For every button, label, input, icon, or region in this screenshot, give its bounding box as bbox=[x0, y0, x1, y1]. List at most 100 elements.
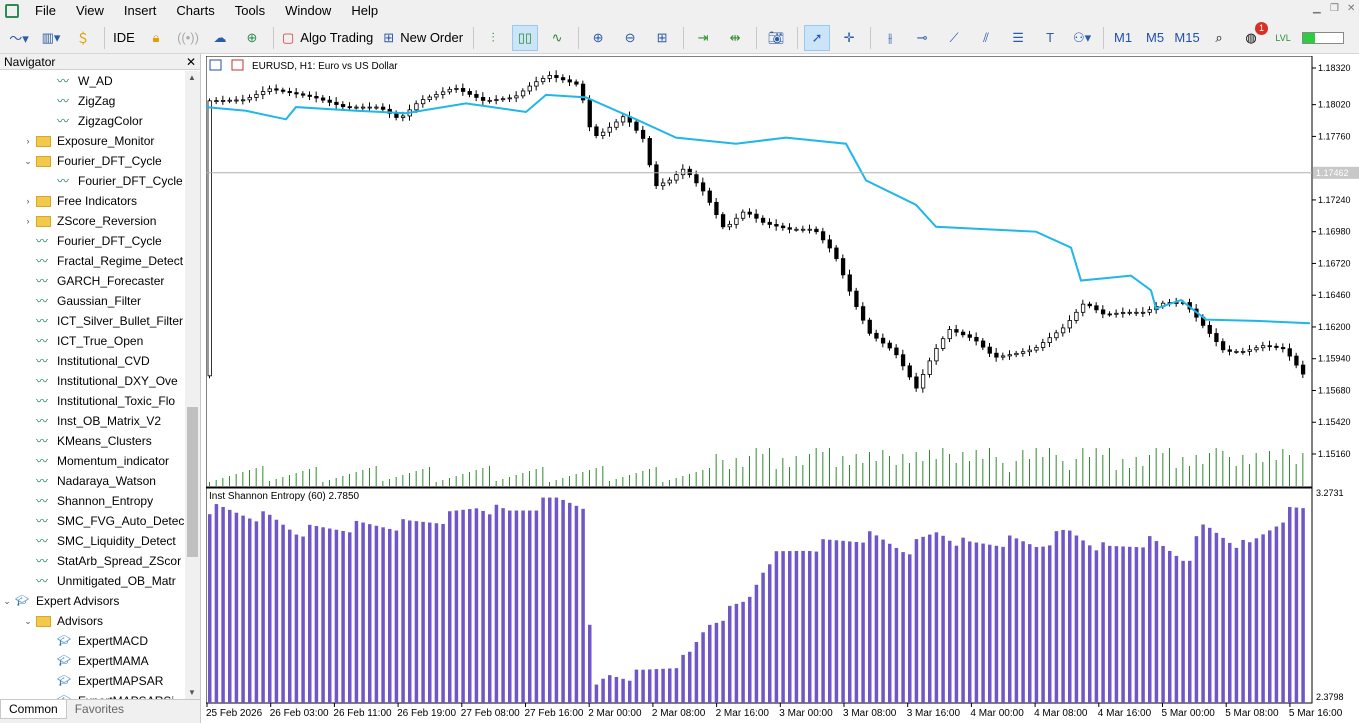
cursor-icon[interactable]: ➚ bbox=[804, 24, 831, 51]
timeframe-m15[interactable]: M15 bbox=[1174, 25, 1200, 51]
menu-charts[interactable]: Charts bbox=[166, 0, 224, 22]
chart-window[interactable]: 1.18320 1.18020 1.17760 1.17462 1.17240 1.169… bbox=[206, 56, 1359, 723]
cloud-icon[interactable]: ☁ bbox=[207, 25, 233, 51]
navigator-item[interactable]: 〰 Institutional_Toxic_Flo bbox=[23, 391, 175, 411]
navigator-item[interactable]: 〰 ICT_True_Open bbox=[23, 331, 143, 351]
navigator-item[interactable]: 〰 ZigZag bbox=[44, 91, 115, 111]
navigator-item[interactable]: 〰 GARCH_Forecaster bbox=[23, 271, 164, 291]
signal-icon[interactable]: ((•)) bbox=[175, 25, 201, 51]
chevron-right-icon[interactable]: › bbox=[23, 216, 33, 226]
scroll-down-icon[interactable]: ▼ bbox=[188, 688, 196, 697]
time-label: 5 Mar 00:00 bbox=[1162, 708, 1216, 719]
search-icon[interactable]: ⌕ bbox=[1206, 25, 1232, 51]
navigator-item[interactable]: 〰 StatArb_Spread_ZScor bbox=[23, 551, 181, 571]
menu-tools[interactable]: Tools bbox=[225, 0, 275, 22]
scrollbar-thumb[interactable] bbox=[187, 407, 198, 557]
chart-type-icon[interactable]: ▥▾ bbox=[38, 25, 64, 51]
navigator-item[interactable]: 〰 Shannon_Entropy bbox=[23, 491, 153, 511]
candlestick-chart-icon[interactable]: ▯▯ bbox=[512, 24, 539, 51]
navigator-item[interactable]: 〰 Institutional_DXY_Ove bbox=[23, 371, 178, 391]
candle-body bbox=[834, 247, 839, 259]
navigator-item[interactable]: 🎓︎ ExpertMAMA bbox=[44, 651, 149, 671]
tab-favorites[interactable]: Favorites bbox=[67, 700, 132, 718]
navigator-item[interactable]: 〰 Momentum_indicator bbox=[23, 451, 169, 471]
menu-view[interactable]: View bbox=[66, 0, 114, 22]
minimize-icon[interactable]: ▁ bbox=[1313, 3, 1321, 14]
navigator-item[interactable]: › ZScore_Reversion bbox=[23, 211, 157, 231]
chevron-down-icon[interactable]: ⌄ bbox=[23, 616, 33, 627]
trendline-icon[interactable]: ⟋ bbox=[941, 25, 967, 51]
horizontal-line-icon[interactable]: ⊸ bbox=[909, 25, 935, 51]
autoscroll-icon[interactable]: ⇥ bbox=[690, 25, 716, 51]
bar-chart-icon[interactable]: ⫶ bbox=[480, 25, 506, 51]
navigator-item[interactable]: 〰 ICT_Silver_Bullet_Filter bbox=[23, 311, 183, 331]
close-icon[interactable]: ✕ bbox=[186, 55, 196, 69]
menu-window[interactable]: Window bbox=[275, 0, 341, 22]
histogram-bar bbox=[548, 497, 552, 703]
navigator-scrollbar[interactable]: ▲ ▼ bbox=[185, 71, 200, 699]
candle-body bbox=[1207, 324, 1212, 334]
timeframe-m5[interactable]: M5 bbox=[1142, 25, 1168, 51]
new-order-button[interactable]: ⊞ New Order bbox=[381, 25, 465, 51]
tile-windows-icon[interactable]: ⊞ bbox=[649, 25, 675, 51]
chart-canvas[interactable]: 1.18320 1.18020 1.17760 1.17462 1.17240 1.169… bbox=[206, 56, 1359, 723]
tab-common[interactable]: Common bbox=[0, 700, 67, 719]
navigator-item[interactable]: 〰 Fractal_Regime_Detect bbox=[23, 251, 183, 271]
app-logo-icon bbox=[5, 4, 19, 18]
scroll-up-icon[interactable]: ▲ bbox=[188, 73, 196, 82]
zoom-in-icon[interactable]: ⊕ bbox=[585, 25, 611, 51]
shapes-icon[interactable]: ⚇▾ bbox=[1069, 25, 1095, 51]
algo-trading-button[interactable]: ▢ Algo Trading bbox=[280, 25, 375, 51]
menu-file[interactable]: File bbox=[25, 0, 66, 22]
lock-icon[interactable]: 🔒︎ bbox=[143, 25, 169, 51]
vps-icon[interactable]: ⊕ bbox=[239, 25, 265, 51]
navigator-item[interactable]: ⌄ Advisors bbox=[23, 611, 103, 631]
crosshair-icon[interactable]: ✛ bbox=[836, 25, 862, 51]
navigator-item-label: KMeans_Clusters bbox=[57, 434, 152, 448]
zoom-out-icon[interactable]: ⊖ bbox=[617, 25, 643, 51]
fibonacci-icon[interactable]: ☰ bbox=[1005, 25, 1031, 51]
line-chart-icon[interactable]: ∿ bbox=[544, 25, 570, 51]
indicator-title: Inst Shannon Entropy (60) 2.7850 bbox=[209, 491, 360, 502]
chevron-down-icon[interactable]: ⌄ bbox=[23, 156, 33, 167]
navigator-item[interactable]: 🎓︎ ExpertMAPSAR bbox=[44, 671, 163, 691]
channel-icon[interactable]: ⫽ bbox=[973, 25, 999, 51]
menu-insert[interactable]: Insert bbox=[114, 0, 167, 22]
navigator-item[interactable]: 〰 W_AD bbox=[44, 71, 113, 91]
chart-shift-icon[interactable]: ⇹ bbox=[722, 25, 748, 51]
ide-button[interactable]: IDE bbox=[111, 25, 137, 51]
histogram-bar bbox=[674, 668, 679, 703]
notifications-icon[interactable]: ◍ 1 bbox=[1238, 21, 1269, 51]
navigator-item[interactable]: › Free Indicators bbox=[23, 191, 138, 211]
histogram-bar bbox=[1288, 506, 1292, 703]
navigator-item[interactable]: 〰 SMC_FVG_Auto_Detec bbox=[23, 511, 184, 531]
navigator-item[interactable]: 🎓︎ExpertMAPSARSi bbox=[44, 691, 174, 699]
chevron-right-icon[interactable]: › bbox=[23, 136, 33, 146]
timeframe-m1[interactable]: M1 bbox=[1110, 25, 1136, 51]
navigator-item[interactable]: 〰 Fourier_DFT_Cycle bbox=[44, 171, 183, 191]
navigator-item[interactable]: 〰 KMeans_Clusters bbox=[23, 431, 152, 451]
navigator-item[interactable]: 🎓︎ ExpertMACD bbox=[44, 631, 148, 651]
indicator-list-icon[interactable]: 〜▾ bbox=[6, 25, 32, 51]
navigator-item[interactable]: ⌄ 🎓︎ Expert Advisors bbox=[2, 591, 119, 611]
histogram-bar bbox=[288, 529, 292, 703]
navigator-item[interactable]: 〰 SMC_Liquidity_Detect bbox=[23, 531, 176, 551]
screenshot-icon[interactable]: 📷︎ bbox=[763, 25, 789, 51]
navigator-item[interactable]: 〰 Nadaraya_Watson bbox=[23, 471, 156, 491]
navigator-item[interactable]: 〰 ZigzagColor bbox=[44, 111, 143, 131]
menu-help[interactable]: Help bbox=[341, 0, 388, 22]
navigator-item[interactable]: 〰 Fourier_DFT_Cycle bbox=[23, 231, 162, 251]
navigator-item[interactable]: 〰 Inst_OB_Matrix_V2 bbox=[23, 411, 161, 431]
vertical-line-icon[interactable]: ⫲ bbox=[877, 25, 903, 51]
market-icon[interactable]: ＄ bbox=[70, 25, 96, 51]
restore-icon[interactable]: ❐ bbox=[1330, 3, 1339, 14]
navigator-item[interactable]: › Exposure_Monitor bbox=[23, 131, 155, 151]
navigator-item[interactable]: 〰 Institutional_CVD bbox=[23, 351, 150, 371]
navigator-item[interactable]: 〰 Gaussian_Filter bbox=[23, 291, 141, 311]
chevron-down-icon[interactable]: ⌄ bbox=[2, 596, 12, 607]
navigator-item[interactable]: 〰 Unmitigated_OB_Matr bbox=[23, 571, 176, 591]
navigator-item[interactable]: ⌄ Fourier_DFT_Cycle bbox=[23, 151, 161, 171]
text-tool-icon[interactable]: T bbox=[1037, 25, 1063, 51]
close-window-icon[interactable]: ✕ bbox=[1347, 3, 1355, 14]
chevron-right-icon[interactable]: › bbox=[23, 196, 33, 206]
